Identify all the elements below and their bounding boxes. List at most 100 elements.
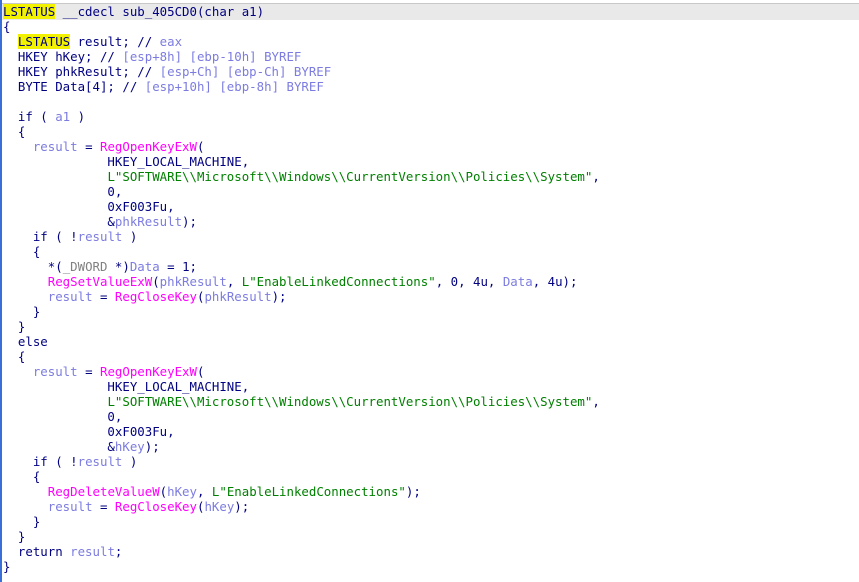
code-line[interactable]: HKEY phkResult; // [esp+Ch] [ebp-Ch] BYR… xyxy=(3,64,600,79)
code-line[interactable]: L"SOFTWARE\\Microsoft\\Windows\\CurrentV… xyxy=(3,394,599,409)
code-listing[interactable]: LSTATUS __cdecl sub_405CD0(char a1){ LST… xyxy=(3,4,600,574)
code-line[interactable]: } xyxy=(3,559,600,574)
code-line[interactable]: 0xF003Fu, xyxy=(3,199,600,214)
code-text: { xyxy=(3,244,41,259)
code-line[interactable]: BYTE Data[4]; // [esp+10h] [ebp-8h] BYRE… xyxy=(3,79,600,94)
code-line[interactable]: 0, xyxy=(3,184,600,199)
code-line[interactable]: if ( !result ) xyxy=(3,229,600,244)
code-line[interactable]: result = RegCloseKey(phkResult); xyxy=(3,289,600,304)
code-line[interactable]: } xyxy=(3,514,600,529)
code-text: , xyxy=(592,169,600,184)
code-line[interactable]: HKEY_LOCAL_MACHINE, xyxy=(3,379,600,394)
variable[interactable]: result xyxy=(48,289,93,304)
variable[interactable]: hKey xyxy=(167,484,197,499)
code-line[interactable]: if ( !result ) xyxy=(3,454,600,469)
code-line[interactable]: else xyxy=(3,334,600,349)
code-text: *) xyxy=(107,259,130,274)
variable[interactable]: result xyxy=(33,364,78,379)
code-line[interactable]: HKEY_LOCAL_MACHINE, xyxy=(3,154,600,169)
highlighted-token: LSTATUS xyxy=(3,4,56,19)
code-text: } xyxy=(3,529,26,544)
code-text: { xyxy=(3,19,11,34)
code-line[interactable]: L"SOFTWARE\\Microsoft\\Windows\\CurrentV… xyxy=(3,169,600,184)
variable[interactable]: phkResult xyxy=(204,289,271,304)
code-line[interactable]: LSTATUS result; // eax xyxy=(3,34,600,49)
code-line[interactable]: LSTATUS __cdecl sub_405CD0(char a1) xyxy=(3,4,600,19)
code-text: HKEY hKey; // xyxy=(3,49,123,64)
code-line[interactable]: if ( a1 ) xyxy=(3,109,600,124)
variable[interactable]: result xyxy=(48,499,93,514)
code-text: , xyxy=(114,184,123,199)
code-text: return xyxy=(3,544,71,559)
string-literal: L"EnableLinkedConnections" xyxy=(241,274,436,289)
code-text: & xyxy=(3,439,115,454)
code-text: if ( ! xyxy=(3,229,78,244)
variable[interactable]: hKey xyxy=(204,499,234,514)
variable[interactable]: result xyxy=(78,229,123,244)
code-line[interactable]: &phkResult); xyxy=(3,214,600,229)
variable[interactable]: phkResult xyxy=(115,214,182,229)
variable[interactable]: Data xyxy=(503,274,533,289)
code-line[interactable]: result = RegOpenKeyExW( xyxy=(3,139,600,154)
function-call[interactable]: RegOpenKeyExW xyxy=(100,139,197,154)
code-line[interactable]: { xyxy=(3,244,600,259)
code-text: HKEY phkResult; // xyxy=(3,64,160,79)
code-line[interactable]: result = RegOpenKeyExW( xyxy=(3,364,600,379)
code-text: = xyxy=(92,499,115,514)
code-line[interactable]: { xyxy=(3,19,600,34)
code-text: = xyxy=(77,364,100,379)
variable[interactable]: phkResult xyxy=(160,274,227,289)
code-line[interactable]: } xyxy=(3,529,600,544)
function-call[interactable]: RegOpenKeyExW xyxy=(100,364,197,379)
code-text: HKEY_LOCAL_MACHINE, xyxy=(3,154,250,169)
code-line[interactable]: { xyxy=(3,349,600,364)
code-line[interactable]: 0, xyxy=(3,409,600,424)
variable[interactable]: hKey xyxy=(115,439,145,454)
pseudocode-view[interactable]: LSTATUS __cdecl sub_405CD0(char a1){ LST… xyxy=(0,0,859,582)
function-call[interactable]: RegCloseKey xyxy=(115,289,197,304)
code-line[interactable]: HKEY hKey; // [esp+8h] [ebp-10h] BYREF xyxy=(3,49,600,64)
code-text: else xyxy=(3,334,48,349)
code-line[interactable]: } xyxy=(3,319,600,334)
number-literal: 0xF003Fu xyxy=(3,199,168,214)
code-text: ) xyxy=(122,454,138,469)
code-line[interactable]: 0xF003Fu, xyxy=(3,424,600,439)
code-line[interactable] xyxy=(3,94,600,109)
code-text: } xyxy=(3,559,11,574)
function-call[interactable]: RegCloseKey xyxy=(115,499,197,514)
variable[interactable]: result xyxy=(33,139,78,154)
highlighted-token: LSTATUS xyxy=(17,34,71,49)
code-text: , xyxy=(114,409,123,424)
variable[interactable]: result xyxy=(78,454,123,469)
code-line[interactable]: { xyxy=(3,469,600,484)
code-line[interactable]: return result; xyxy=(3,544,600,559)
code-line[interactable]: result = RegCloseKey(hKey); xyxy=(3,499,600,514)
code-line[interactable]: *(_DWORD *)Data = 1; xyxy=(3,259,600,274)
code-text: = 1; xyxy=(159,259,197,274)
code-text: ( xyxy=(196,139,205,154)
variable[interactable]: a1 xyxy=(55,109,70,124)
code-text: if ( xyxy=(3,109,56,124)
code-text: = xyxy=(92,289,115,304)
string-literal: L"SOFTWARE\\Microsoft\\Windows\\CurrentV… xyxy=(107,394,593,409)
code-line[interactable]: &hKey); xyxy=(3,439,600,454)
variable[interactable]: Data xyxy=(130,259,160,274)
code-text: *( xyxy=(3,259,63,274)
function-call[interactable]: RegSetValueExW xyxy=(48,274,152,289)
code-text: = xyxy=(77,139,100,154)
code-text: __cdecl sub_405CD0(char a1) xyxy=(55,4,265,19)
code-text: ; xyxy=(114,544,123,559)
code-line[interactable]: RegSetValueExW(phkResult, L"EnableLinked… xyxy=(3,274,600,289)
code-text: } xyxy=(3,304,41,319)
function-call[interactable]: RegDeleteValueW xyxy=(48,484,160,499)
code-line[interactable]: { xyxy=(3,124,600,139)
number-literal: 0xF003Fu xyxy=(3,424,168,439)
variable[interactable]: result xyxy=(70,544,115,559)
code-line[interactable]: RegDeleteValueW(hKey, L"EnableLinkedConn… xyxy=(3,484,600,499)
code-line[interactable]: } xyxy=(3,304,600,319)
